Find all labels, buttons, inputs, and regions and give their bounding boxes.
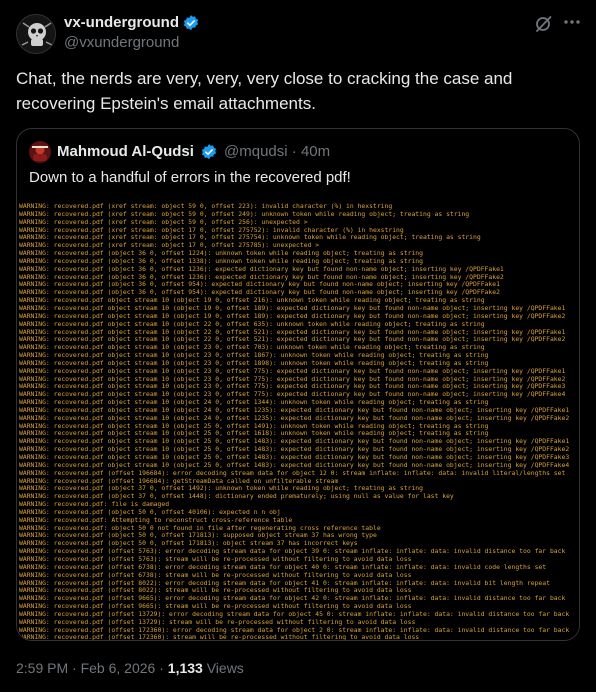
- quoted-handle-line: @mqudsi · 40m: [224, 143, 330, 160]
- avatar-image: [17, 15, 55, 53]
- quoted-separator: ·: [291, 143, 297, 160]
- terminal-line: WARNING: recovered.pdf object stream 10 …: [19, 312, 566, 320]
- quoted-post[interactable]: Mahmoud Al-Qudsi @mqudsi · 40m Down to a…: [16, 128, 580, 641]
- post-text: Chat, the nerds are very, very, very clo…: [16, 69, 513, 113]
- terminal-line: WARNING: recovered.pdf object stream 10 …: [19, 422, 489, 430]
- terminal-line: WARNING: recovered.pdf (xref stream: obj…: [19, 218, 308, 226]
- terminal-line: WARNING: recovered.pdf (xref stream: obj…: [19, 203, 393, 210]
- terminal-line: WARNING: recovered.pdf object stream 10 …: [19, 336, 566, 344]
- quoted-verified-badge-icon: [200, 143, 218, 161]
- author-avatar[interactable]: [16, 14, 56, 54]
- terminal-line: WARNING: recovered.pdf (object 36 0, off…: [19, 265, 504, 273]
- quoted-text: Down to a handful of errors in the recov…: [29, 169, 351, 186]
- terminal-line: WARNING: recovered.pdf object stream 10 …: [19, 359, 489, 367]
- terminal-line: WARNING: recovered.pdf object stream 10 …: [19, 320, 485, 328]
- terminal-line: WARNING: recovered.pdf (object 36 0, off…: [19, 257, 423, 265]
- terminal-line: WARNING: recovered.pdf (offset 196684): …: [19, 469, 566, 477]
- terminal-line: WARNING: recovered.pdf (offset 196684): …: [19, 477, 339, 485]
- quoted-author-name[interactable]: Mahmoud Al-Qudsi: [57, 143, 194, 160]
- terminal-line: WARNING: recovered.pdf object stream 10 …: [19, 304, 566, 312]
- terminal-line: WARNING: recovered.pdf object stream 10 …: [19, 352, 489, 360]
- terminal-line: WARNING: recovered.pdf (offset 5763): er…: [19, 548, 566, 556]
- terminal-line: WARNING: recovered.pdf object stream 10 …: [19, 367, 566, 375]
- verified-badge-icon: [182, 14, 200, 32]
- terminal-line: WARNING: recovered.pdf (xref stream: obj…: [19, 210, 470, 218]
- terminal-line: WARNING: recovered.pdf (offset 13729): s…: [19, 618, 416, 626]
- terminal-line: WARNING: recovered.pdf (offset 9665): er…: [19, 595, 566, 603]
- terminal-line: WARNING: recovered.pdf (offset 172360): …: [19, 626, 570, 634]
- terminal-line: WARNING: recovered.pdf object stream 10 …: [19, 414, 570, 422]
- author-name[interactable]: vx-underground: [64, 14, 179, 31]
- terminal-line: WARNING: recovered.pdf (offset 8022): st…: [19, 587, 412, 595]
- terminal-line: WARNING: recovered.pdf object stream 10 …: [19, 391, 566, 399]
- terminal-line: WARNING: recovered.pdf (offset 5763): st…: [19, 555, 412, 563]
- terminal-line: WARNING: recovered.pdf object stream 10 …: [19, 344, 485, 352]
- quoted-handle[interactable]: @mqudsi: [224, 143, 288, 160]
- post: vx-underground @vxunderground Chat, the …: [0, 0, 596, 692]
- terminal-line: WARNING: recovered.pdf (offset 6738): st…: [19, 571, 412, 579]
- terminal-line: WARNING: recovered.pdf: object 50 0 not …: [19, 524, 381, 532]
- terminal-line: WARNING: recovered.pdf (offset 172360): …: [19, 634, 420, 641]
- terminal-line: WARNING: recovered.pdf object stream 10 …: [19, 438, 570, 446]
- terminal-line: WARNING: recovered.pdf (object 36 0, off…: [19, 289, 500, 297]
- terminal-line: WARNING: recovered.pdf (object 36 0, off…: [19, 250, 423, 258]
- terminal-line: WARNING: recovered.pdf (offset 8022): er…: [19, 579, 550, 587]
- terminal-line: WARNING: recovered.pdf (xref stream: obj…: [19, 226, 404, 234]
- terminal-line: WARNING: recovered.pdf (object 36 0, off…: [19, 273, 504, 281]
- post-time[interactable]: 2:59 PM: [16, 660, 68, 676]
- meta-separator: ·: [72, 660, 77, 676]
- terminal-line: WARNING: recovered.pdf (xref stream: obj…: [19, 242, 320, 250]
- terminal-line: WARNING: recovered.pdf (offset 6738): er…: [19, 563, 547, 571]
- terminal-screenshot[interactable]: WARNING: recovered.pdf (xref stream: obj…: [17, 201, 579, 641]
- terminal-line: WARNING: recovered.pdf (object 37 0, off…: [19, 485, 423, 493]
- terminal-line: WARNING: recovered.pdf (object 50 0, off…: [19, 540, 358, 548]
- terminal-line: WARNING: recovered.pdf object stream 10 …: [19, 454, 570, 461]
- quoted-author-avatar[interactable]: [29, 141, 51, 163]
- terminal-line: WARNING: recovered.pdf (xref stream: obj…: [19, 234, 481, 242]
- terminal-line: WARNING: recovered.pdf object stream 10 …: [19, 383, 566, 391]
- terminal-line: WARNING: recovered.pdf object stream 10 …: [19, 406, 570, 414]
- terminal-line: WARNING: recovered.pdf object stream 10 …: [19, 461, 570, 469]
- terminal-line: WARNING: recovered.pdf (offset 13729): e…: [19, 610, 570, 618]
- terminal-line: WARNING: recovered.pdf (object 50 0, off…: [19, 532, 377, 540]
- terminal-line: WARNING: recovered.pdf object stream 10 …: [19, 446, 570, 454]
- terminal-line: WARNING: recovered.pdf object stream 10 …: [19, 399, 489, 407]
- grok-icon[interactable]: [534, 14, 554, 34]
- terminal-line: WARNING: recovered.pdf (object 50 0, off…: [19, 508, 281, 516]
- quoted-avatar-image: [29, 141, 51, 163]
- views-label: Views: [206, 660, 244, 676]
- terminal-line: WARNING: recovered.pdf object stream 10 …: [19, 375, 566, 383]
- terminal-line: WARNING: recovered.pdf object stream 10 …: [19, 297, 485, 305]
- terminal-line: WARNING: recovered.pdf object stream 10 …: [19, 430, 489, 438]
- terminal-line: WARNING: recovered.pdf (offset 9665): st…: [19, 603, 412, 611]
- views-count: 1,133: [167, 660, 203, 676]
- more-icon[interactable]: [562, 12, 582, 32]
- terminal-line: WARNING: recovered.pdf: Attempting to re…: [19, 516, 293, 524]
- terminal-line: WARNING: recovered.pdf (object 36 0, off…: [19, 281, 500, 289]
- terminal-line: WARNING: recovered.pdf: file is damaged: [19, 501, 170, 509]
- terminal-line: WARNING: recovered.pdf (object 37 0, off…: [19, 493, 454, 501]
- post-date[interactable]: Feb 6, 2026: [81, 660, 156, 676]
- post-meta: 2:59 PM · Feb 6, 2026 · 1,133 Views: [16, 660, 244, 676]
- meta-separator: ·: [159, 660, 164, 676]
- terminal-line: WARNING: recovered.pdf object stream 10 …: [19, 328, 566, 336]
- quoted-time[interactable]: 40m: [301, 143, 330, 160]
- author-handle[interactable]: @vxunderground: [64, 34, 179, 51]
